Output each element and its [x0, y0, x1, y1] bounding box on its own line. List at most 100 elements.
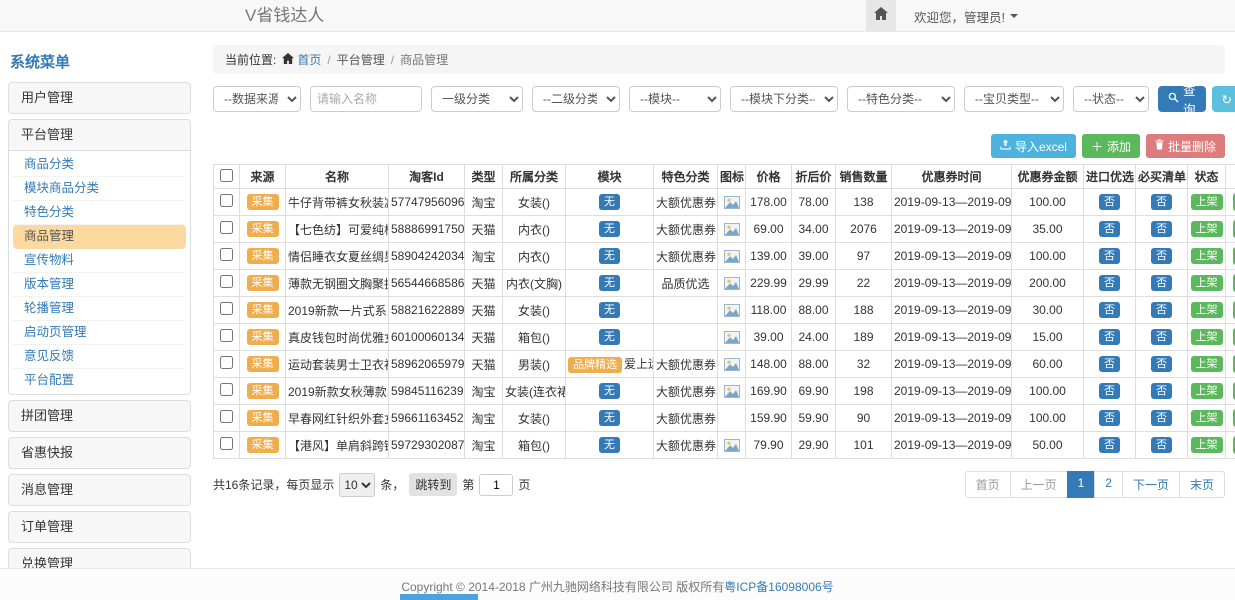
imported-toggle[interactable]: 否	[1099, 248, 1120, 264]
imported-toggle[interactable]: 否	[1099, 302, 1120, 318]
user-menu[interactable]: 欢迎您，管理员!	[914, 7, 1018, 26]
select-all-checkbox[interactable]	[220, 169, 233, 182]
sidebar-panel-header-order[interactable]: 订单管理	[9, 512, 190, 542]
status-badge[interactable]: 上架	[1191, 437, 1223, 453]
filter-select-module-sub-category[interactable]: --模块下分类--	[730, 86, 838, 112]
row-checkbox[interactable]	[220, 329, 233, 342]
search-button[interactable]: 查询	[1158, 86, 1206, 112]
row-checkbox[interactable]	[220, 275, 233, 288]
must-buy-toggle[interactable]: 否	[1151, 437, 1172, 453]
status-badge[interactable]: 上架	[1191, 221, 1223, 237]
filter-controls: --数据来源-- 一级分类 --二级分类-- --模块-- --模块下分类-- --特色分…	[213, 86, 1149, 112]
sidebar-item-carousel-manage[interactable]: 轮播管理	[13, 297, 186, 321]
batch-delete-button[interactable]: 批量删除	[1146, 134, 1225, 158]
must-buy-toggle[interactable]: 否	[1151, 194, 1172, 210]
col-header-名称: 名称	[286, 165, 389, 189]
filter-select-level2-category[interactable]: --二级分类--	[532, 86, 620, 112]
per-page-select[interactable]: 10	[339, 473, 375, 497]
must-buy-toggle[interactable]: 否	[1151, 248, 1172, 264]
pager-button-首页[interactable]: 首页	[965, 471, 1011, 498]
status-badge[interactable]: 上架	[1191, 275, 1223, 291]
status-badge[interactable]: 上架	[1191, 383, 1223, 399]
must-buy-toggle[interactable]: 否	[1151, 329, 1172, 345]
filter-select-item-type[interactable]: --宝贝类型--	[964, 86, 1064, 112]
discount-price: 69.90	[798, 384, 828, 398]
status-badge[interactable]: 上架	[1191, 194, 1223, 210]
row-checkbox[interactable]	[220, 410, 233, 423]
table-toolbar: 导入excel ＋ 添加 批量删除	[213, 134, 1225, 158]
filter-name-input[interactable]	[310, 86, 422, 112]
sidebar-panel-header-news[interactable]: 省惠快报	[9, 438, 190, 468]
row-checkbox[interactable]	[220, 302, 233, 315]
sidebar-item-goods-category[interactable]: 商品分类	[13, 153, 186, 177]
imported-toggle[interactable]: 否	[1099, 356, 1120, 372]
imported-toggle[interactable]: 否	[1099, 221, 1120, 237]
taoke-id: 589042420344	[391, 249, 465, 263]
discount-price: 88.00	[798, 303, 828, 317]
sidebar-item-platform-config[interactable]: 平台配置	[13, 369, 186, 392]
status-badge[interactable]: 上架	[1191, 356, 1223, 372]
row-checkbox[interactable]	[220, 248, 233, 261]
sidebar-panel-header-message[interactable]: 消息管理	[9, 475, 190, 505]
must-buy-toggle[interactable]: 否	[1151, 275, 1172, 291]
filter-select-data-source[interactable]: --数据来源--	[213, 86, 301, 112]
coupon-time: 2019-09-13—2019-09-20	[894, 249, 1012, 263]
home-button[interactable]	[866, 0, 896, 32]
jump-button[interactable]: 跳转到	[409, 473, 457, 496]
coupon-time: 2019-09-13—2019-09-17	[894, 195, 1012, 209]
must-buy-toggle[interactable]: 否	[1151, 302, 1172, 318]
sidebar-item-version-manage[interactable]: 版本管理	[13, 273, 186, 297]
sidebar-panel-header-user[interactable]: 用户管理	[9, 83, 190, 113]
must-buy-toggle[interactable]: 否	[1151, 221, 1172, 237]
imported-toggle[interactable]: 否	[1099, 194, 1120, 210]
product-type: 天猫	[471, 358, 495, 372]
row-checkbox[interactable]	[220, 437, 233, 450]
pager-button-上一页[interactable]: 上一页	[1010, 471, 1068, 498]
page-number-input[interactable]	[479, 474, 513, 496]
sidebar-item-feature-category[interactable]: 特色分类	[13, 201, 186, 225]
icp-link[interactable]: 粤ICP备16098006号	[724, 580, 833, 594]
imported-toggle[interactable]: 否	[1099, 437, 1120, 453]
sidebar-item-splash-manage[interactable]: 启动页管理	[13, 321, 186, 345]
sidebar-submenu: 商品分类模块商品分类特色分类商品管理宣传物料版本管理轮播管理启动页管理意见反馈平…	[9, 150, 190, 394]
row-checkbox[interactable]	[220, 383, 233, 396]
copyright-text: Copyright © 2014-2018 广州九驰网络科技有限公司 版权所有	[401, 580, 724, 594]
filter-select-feature-category[interactable]: --特色分类--	[847, 86, 955, 112]
imported-toggle[interactable]: 否	[1099, 275, 1120, 291]
filter-select-level1-category[interactable]: 一级分类	[431, 86, 523, 112]
status-badge[interactable]: 上架	[1191, 410, 1223, 426]
sidebar-item-goods-manage[interactable]: 商品管理	[13, 225, 186, 249]
pager-button-1[interactable]: 1	[1067, 471, 1096, 498]
status-badge[interactable]: 上架	[1191, 329, 1223, 345]
row-checkbox[interactable]	[220, 356, 233, 369]
add-button[interactable]: ＋ 添加	[1082, 134, 1140, 158]
taoke-id: 565446685867	[391, 276, 465, 290]
col-header-淘客Id: 淘客Id	[389, 165, 465, 189]
sidebar-item-promo-material[interactable]: 宣传物料	[13, 249, 186, 273]
breadcrumb-home-link[interactable]: 首页	[282, 51, 321, 68]
pager-button-末页[interactable]: 末页	[1179, 471, 1225, 498]
status-badge[interactable]: 上架	[1191, 302, 1223, 318]
product-thumbnail	[724, 358, 740, 371]
pager-button-下一页[interactable]: 下一页	[1122, 471, 1180, 498]
must-buy-toggle[interactable]: 否	[1151, 356, 1172, 372]
row-checkbox[interactable]	[220, 194, 233, 207]
taoke-id: 596611634525	[391, 411, 465, 425]
must-buy-toggle[interactable]: 否	[1151, 383, 1172, 399]
sidebar-item-module-goods-category[interactable]: 模块商品分类	[13, 177, 186, 201]
row-checkbox[interactable]	[220, 221, 233, 234]
imported-toggle[interactable]: 否	[1099, 329, 1120, 345]
filter-select-status[interactable]: --状态--	[1073, 86, 1149, 112]
sidebar-panel-header-groupbuy[interactable]: 拼团管理	[9, 401, 190, 431]
sidebar-panel-header-platform[interactable]: 平台管理	[9, 120, 190, 150]
col-header-销售数量: 销售数量	[836, 165, 892, 189]
sidebar-item-feedback[interactable]: 意见反馈	[13, 345, 186, 369]
imported-toggle[interactable]: 否	[1099, 410, 1120, 426]
pager-button-2[interactable]: 2	[1094, 471, 1123, 498]
import-excel-button[interactable]: 导入excel	[991, 134, 1076, 158]
status-badge[interactable]: 上架	[1191, 248, 1223, 264]
reset-button[interactable]: ↻ 重置	[1212, 86, 1235, 112]
imported-toggle[interactable]: 否	[1099, 383, 1120, 399]
must-buy-toggle[interactable]: 否	[1151, 410, 1172, 426]
filter-select-module[interactable]: --模块--	[629, 86, 721, 112]
